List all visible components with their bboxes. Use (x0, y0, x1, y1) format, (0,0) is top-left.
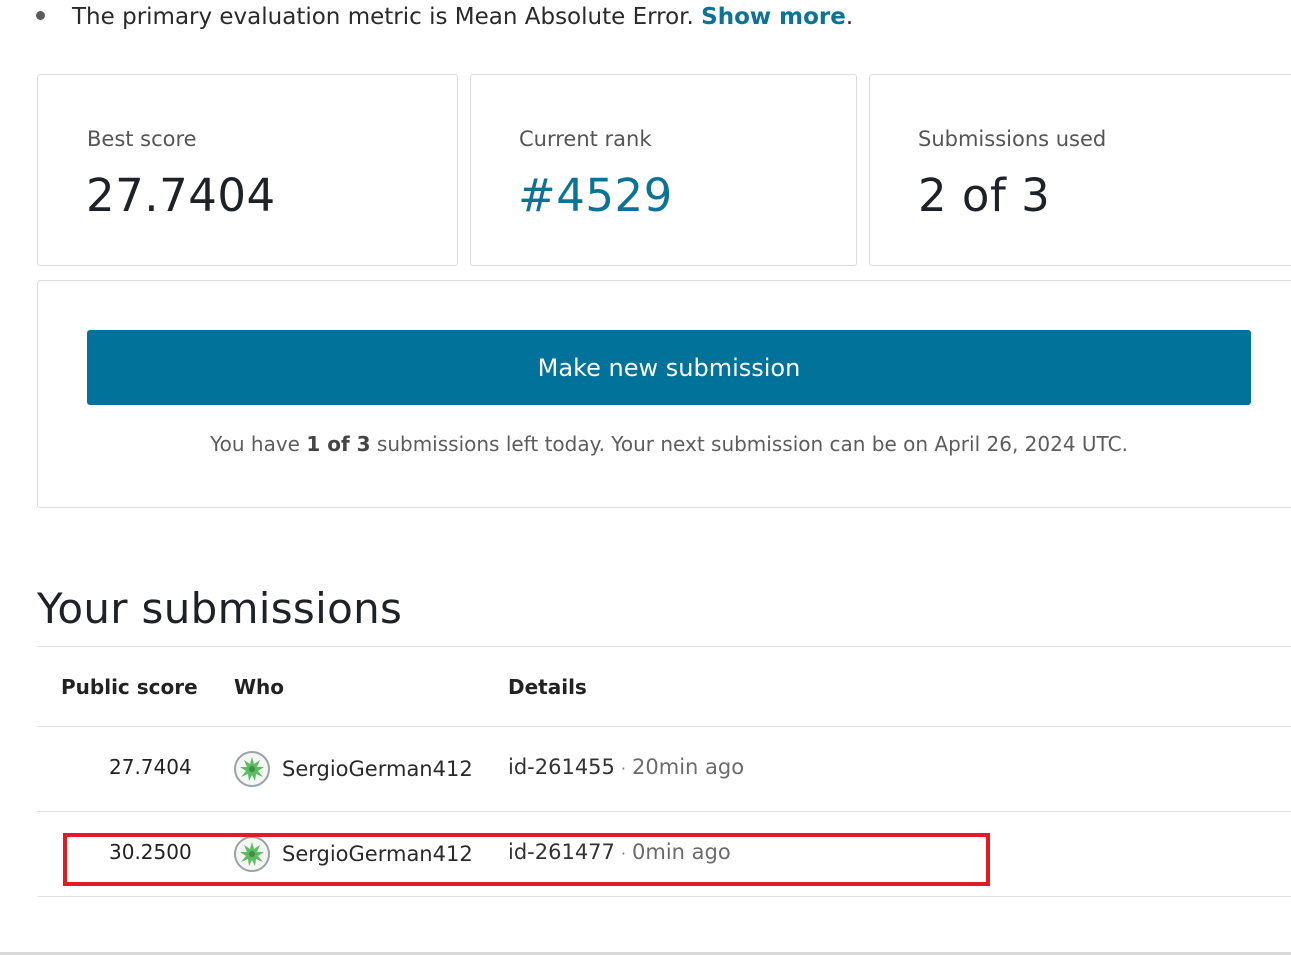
submissions-used-value: 2 of 3 (918, 169, 1051, 222)
table-bottom-divider (37, 896, 1291, 897)
avatar[interactable] (234, 751, 270, 787)
public-score-cell: 27.7404 (109, 755, 192, 779)
who-username[interactable]: SergioGerman412 (282, 757, 473, 781)
note-suffix: submissions left today. Your next submis… (376, 432, 1128, 456)
submissions-used-label: Submissions used (918, 127, 1107, 151)
leaf-avatar-icon (240, 757, 264, 781)
best-score-value: 27.7404 (86, 169, 276, 222)
current-rank-value[interactable]: #4529 (518, 169, 673, 222)
details-separator: · (620, 759, 627, 778)
details-cell: id-261455 · 20min ago (508, 755, 744, 779)
submissions-used-card: Submissions used 2 of 3 (869, 74, 1291, 266)
best-score-label: Best score (87, 127, 197, 151)
submission-time: 20min ago (632, 755, 745, 779)
current-rank-label: Current rank (519, 127, 652, 151)
submission-panel: Make new submission You have 1 of 3 subm… (37, 280, 1291, 508)
show-more-link[interactable]: Show more (701, 4, 846, 30)
submissions-left-note: You have 1 of 3 submissions left today. … (38, 432, 1291, 456)
column-public-score[interactable]: Public score (61, 675, 198, 699)
your-submissions-title: Your submissions (37, 584, 403, 633)
highlight-annotation (63, 833, 990, 886)
best-score-card: Best score 27.7404 (37, 74, 458, 266)
table-top-divider (37, 646, 1291, 647)
table-row[interactable]: 27.7404 SergioGerman412 id-261455 · 20min … (37, 727, 1291, 811)
make-new-submission-button[interactable]: Make new submission (87, 330, 1251, 405)
metric-text: The primary evaluation metric is Mean Ab… (72, 4, 694, 30)
column-who: Who (234, 675, 285, 699)
note-count: 1 of 3 (306, 432, 371, 456)
current-rank-card: Current rank #4529 (470, 74, 857, 266)
metric-period: . (845, 4, 854, 30)
note-prefix: You have (210, 432, 300, 456)
bullet-icon (36, 11, 45, 20)
submission-id[interactable]: id-261455 (508, 755, 615, 779)
column-details: Details (508, 675, 587, 699)
metric-description: The primary evaluation metric is Mean Ab… (36, 2, 853, 32)
